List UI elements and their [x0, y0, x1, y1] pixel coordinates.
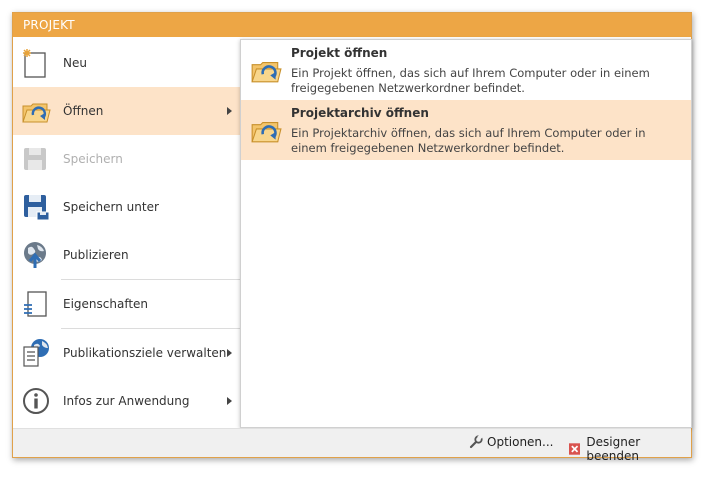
- submenu-item-title: Projektarchiv öffnen: [291, 106, 429, 120]
- submenu-item-description: Ein Projekt öffnen, das sich auf Ihrem C…: [291, 66, 650, 95]
- backstage-footer: Optionen... Designer beenden: [13, 428, 691, 463]
- submenu-item-open-archive[interactable]: Projektarchiv öffnen Ein Projektarchiv ö…: [241, 100, 691, 160]
- save-icon: [21, 144, 51, 174]
- menu-item-label: Eigenschaften: [63, 297, 149, 311]
- submenu-item-title: Projekt öffnen: [291, 46, 388, 60]
- menu-item-save-as[interactable]: Speichern unter: [13, 183, 240, 231]
- close-icon: [569, 443, 581, 455]
- backstage-menu: Neu Öffnen Speichern Speichern unter Pub…: [13, 39, 240, 425]
- wrench-icon: [469, 435, 483, 449]
- options-button[interactable]: Optionen...: [469, 435, 553, 449]
- publication-targets-icon: [21, 338, 51, 368]
- options-label: Optionen...: [487, 435, 554, 449]
- exit-designer-button[interactable]: Designer beenden: [569, 435, 691, 463]
- menu-item-publish[interactable]: Publizieren: [13, 231, 240, 279]
- publish-globe-icon: [21, 240, 51, 270]
- submenu-item-open-project[interactable]: Projekt öffnen Ein Projekt öffnen, das s…: [241, 40, 691, 100]
- menu-item-about[interactable]: Infos zur Anwendung: [13, 377, 240, 425]
- submenu-arrow-icon: [227, 107, 232, 115]
- menu-item-new[interactable]: Neu: [13, 39, 240, 87]
- exit-designer-label: Designer beenden: [586, 435, 641, 463]
- save-as-icon: [21, 192, 51, 222]
- open-folder-icon: [21, 96, 51, 126]
- open-submenu: Projekt öffnen Ein Projekt öffnen, das s…: [240, 39, 692, 428]
- menu-item-open[interactable]: Öffnen: [13, 87, 240, 135]
- new-document-icon: [21, 48, 51, 78]
- window-title: PROJEKT: [13, 13, 691, 37]
- properties-document-icon: [21, 289, 51, 319]
- menu-item-label: Speichern unter: [63, 200, 159, 214]
- open-archive-folder-icon: [249, 114, 283, 146]
- info-icon: [21, 386, 51, 416]
- menu-item-properties[interactable]: Eigenschaften: [13, 280, 240, 328]
- menu-item-label: Infos zur Anwendung: [63, 394, 190, 408]
- menu-item-label: Neu: [63, 56, 87, 70]
- menu-item-label: Publikationsziele verwalten: [63, 346, 227, 360]
- menu-item-save[interactable]: Speichern: [13, 135, 240, 183]
- menu-item-manage-publication-targets[interactable]: Publikationsziele verwalten: [13, 329, 240, 377]
- submenu-arrow-icon: [227, 397, 232, 405]
- open-folder-icon: [249, 54, 283, 86]
- project-backstage-window: PROJEKT Neu Öffnen Speichern Speichern u…: [12, 12, 692, 463]
- submenu-arrow-icon: [227, 349, 232, 357]
- menu-item-label: Publizieren: [63, 248, 129, 262]
- submenu-item-description: Ein Projektarchiv öffnen, das sich auf I…: [291, 126, 646, 155]
- menu-item-label: Öffnen: [63, 104, 104, 118]
- menu-item-label: Speichern: [63, 152, 123, 166]
